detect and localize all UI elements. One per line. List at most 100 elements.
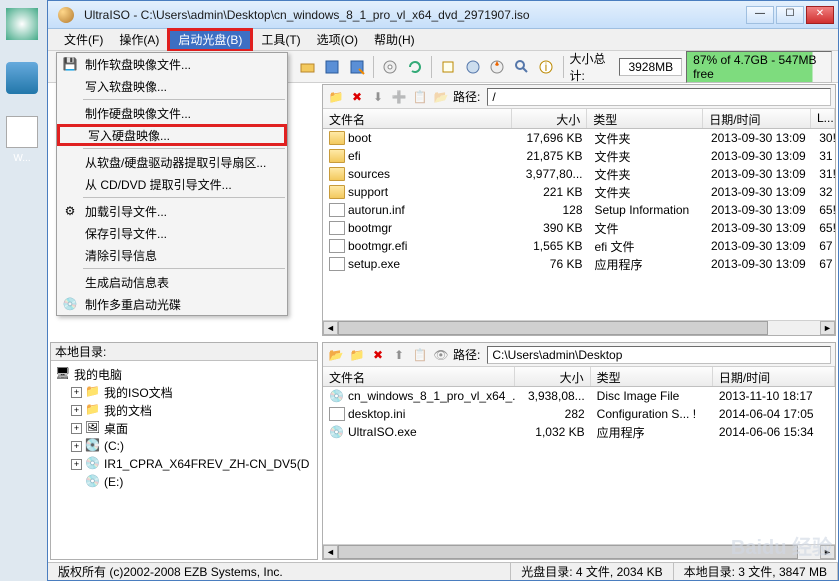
scroll-right-icon[interactable]: ► [820, 545, 835, 559]
tree-node-desktop[interactable]: +🖼桌面 [55, 419, 313, 437]
list-item[interactable]: sources 3,977,80... 文件夹 2013-09-30 13:09… [323, 165, 835, 183]
window-title: UltraISO - C:\Users\admin\Desktop\cn_win… [80, 8, 744, 22]
toolbar-compress-icon[interactable] [438, 56, 459, 78]
close-button[interactable]: ✕ [806, 6, 834, 24]
menu-write-floppy-image[interactable]: 写入软盘映像... [57, 75, 287, 97]
menu-clear-boot-info[interactable]: 清除引导信息 [57, 244, 287, 266]
local-tree-header: 本地目录: [51, 343, 317, 361]
menu-boot[interactable]: 启动光盘(B) [170, 31, 250, 49]
toolbar-search-icon[interactable] [512, 56, 533, 78]
list-item[interactable]: 💿cn_windows_8_1_pro_vl_x64_... 3,938,08.… [323, 387, 835, 405]
col-size[interactable]: 大小 [512, 109, 587, 128]
boot-dropdown-menu: 💾制作软盘映像文件... 写入软盘映像... 制作硬盘映像文件... 写入硬盘映… [56, 52, 288, 316]
toolbar-saveas-icon[interactable] [346, 56, 367, 78]
list-item[interactable]: autorun.inf 128 Setup Information 2013-0… [323, 201, 835, 219]
menu-extract-cddvd-boot[interactable]: 从 CD/DVD 提取引导文件... [57, 173, 287, 195]
menu-save-boot-file[interactable]: 保存引导文件... [57, 222, 287, 244]
right-column: 📁 ✖ ⬇ ➕ 📋 📂 路径: 文件名 大小 类型 日期/时间 L... [320, 84, 838, 562]
menu-write-hdd-image[interactable]: 写入硬盘映像... [57, 124, 287, 146]
scroll-left-icon[interactable]: ◄ [323, 545, 338, 559]
local-mini-toolbar: 📂 📁 ✖ ⬆ 📋 👁 路径: [323, 343, 835, 367]
col-name[interactable]: 文件名 [323, 367, 515, 386]
local-path-input[interactable] [487, 346, 831, 364]
desktop-icon[interactable]: W... [4, 116, 40, 164]
toolbar-open-icon[interactable] [297, 56, 318, 78]
toolbar-save-icon[interactable] [322, 56, 343, 78]
col-type[interactable]: 类型 [587, 109, 703, 128]
disc-drive-icon: 💿 [85, 474, 101, 490]
extract-icon: ⬇ [369, 88, 387, 106]
col-size[interactable]: 大小 [515, 367, 591, 386]
expand-icon[interactable]: + [71, 441, 82, 452]
scroll-thumb[interactable] [338, 321, 768, 335]
path-label: 路径: [453, 88, 480, 105]
col-name[interactable]: 文件名 [323, 109, 512, 128]
view-icon: 👁 [432, 346, 450, 364]
tree-node-my-iso[interactable]: +📁我的ISO文档 [55, 383, 313, 401]
desktop-icon[interactable] [4, 8, 40, 56]
delete-icon[interactable]: ✖ [348, 88, 366, 106]
col-date[interactable]: 日期/时间 [713, 367, 835, 386]
toolbar-mount-icon[interactable] [462, 56, 483, 78]
tree-node-my-docs[interactable]: +📁我的文档 [55, 401, 313, 419]
tree-node-drive-c[interactable]: +💽(C:) [55, 437, 313, 455]
floppy-icon: 💾 [61, 55, 79, 73]
expand-icon[interactable]: + [71, 459, 82, 470]
file-icon [329, 407, 345, 421]
titlebar[interactable]: UltraISO - C:\Users\admin\Desktop\cn_win… [48, 1, 838, 29]
delete-icon[interactable]: ✖ [369, 346, 387, 364]
desktop-icon[interactable] [4, 62, 40, 110]
maximize-button[interactable]: ☐ [776, 6, 804, 24]
menu-make-boot-info-table[interactable]: 生成启动信息表 [57, 271, 287, 293]
menu-make-floppy-image[interactable]: 💾制作软盘映像文件... [57, 53, 287, 75]
menu-load-boot-file[interactable]: ⚙加载引导文件... [57, 200, 287, 222]
list-item[interactable]: setup.exe 76 KB 应用程序 2013-09-30 13:09 67 [323, 255, 835, 273]
menu-extract-floppy-boot[interactable]: 从软盘/硬盘驱动器提取引导扇区... [57, 151, 287, 173]
expand-icon[interactable]: + [71, 387, 82, 398]
col-l[interactable]: L... [811, 109, 835, 128]
menu-action[interactable]: 操作(A) [111, 29, 167, 50]
toolbar-refresh-icon[interactable] [404, 56, 425, 78]
toolbar-disc-icon[interactable] [380, 56, 401, 78]
toolbar-burn-icon[interactable] [487, 56, 508, 78]
scroll-left-icon[interactable]: ◄ [323, 321, 338, 335]
list-item[interactable]: desktop.ini 282 Configuration S... ! 201… [323, 405, 835, 423]
computer-icon: 🖥 [55, 366, 71, 382]
expand-icon[interactable]: + [71, 423, 82, 434]
minimize-button[interactable]: — [746, 6, 774, 24]
list-item[interactable]: support 221 KB 文件夹 2013-09-30 13:09 32 [323, 183, 835, 201]
menu-help[interactable]: 帮助(H) [366, 29, 423, 50]
scrollbar-horizontal[interactable]: ◄ ► [323, 320, 835, 335]
desktop-icon: 🖼 [85, 420, 101, 436]
scroll-right-icon[interactable]: ► [820, 321, 835, 335]
up-folder-icon[interactable]: 📂 [327, 346, 345, 364]
scrollbar-horizontal[interactable]: ◄ ► [323, 544, 835, 559]
new-folder-icon[interactable]: 📁 [327, 88, 345, 106]
local-file-pane: 📂 📁 ✖ ⬆ 📋 👁 路径: 文件名 大小 类型 日期/时间 💿cn_wind… [322, 342, 836, 560]
menu-file[interactable]: 文件(F) [56, 29, 111, 50]
local-list-header: 文件名 大小 类型 日期/时间 [323, 367, 835, 387]
menu-make-hdd-image[interactable]: 制作硬盘映像文件... [57, 102, 287, 124]
new-folder-icon[interactable]: 📁 [348, 346, 366, 364]
iso-path-input[interactable] [487, 88, 831, 106]
tree-node-drive-d[interactable]: +💿IR1_CPRA_X64FREV_ZH-CN_DV5(D [55, 455, 313, 473]
expand-icon[interactable]: + [71, 405, 82, 416]
drive-icon: 💽 [85, 438, 101, 454]
list-item[interactable]: 💿UltraISO.exe 1,032 KB 应用程序 2014-06-06 1… [323, 423, 835, 441]
toolbar-info-icon[interactable]: i [536, 56, 557, 78]
toolbar-separator [373, 56, 374, 78]
tree-node-my-computer[interactable]: 🖥我的电脑 [55, 365, 313, 383]
list-item[interactable]: efi 21,875 KB 文件夹 2013-09-30 13:09 31 [323, 147, 835, 165]
tree-node-drive-e[interactable]: 💿(E:) [55, 473, 313, 491]
list-item[interactable]: bootmgr 390 KB 文件 2013-09-30 13:09 65! [323, 219, 835, 237]
local-file-list[interactable]: 💿cn_windows_8_1_pro_vl_x64_... 3,938,08.… [323, 387, 835, 543]
col-type[interactable]: 类型 [591, 367, 713, 386]
list-item[interactable]: boot 17,696 KB 文件夹 2013-09-30 13:09 30! [323, 129, 835, 147]
menu-tools[interactable]: 工具(T) [253, 29, 308, 50]
menu-options[interactable]: 选项(O) [309, 29, 366, 50]
scroll-thumb[interactable] [338, 545, 798, 559]
iso-file-list[interactable]: boot 17,696 KB 文件夹 2013-09-30 13:09 30! … [323, 129, 835, 319]
menu-make-multi-boot[interactable]: 💿制作多重启动光碟 [57, 293, 287, 315]
list-item[interactable]: bootmgr.efi 1,565 KB efi 文件 2013-09-30 1… [323, 237, 835, 255]
col-date[interactable]: 日期/时间 [703, 109, 811, 128]
